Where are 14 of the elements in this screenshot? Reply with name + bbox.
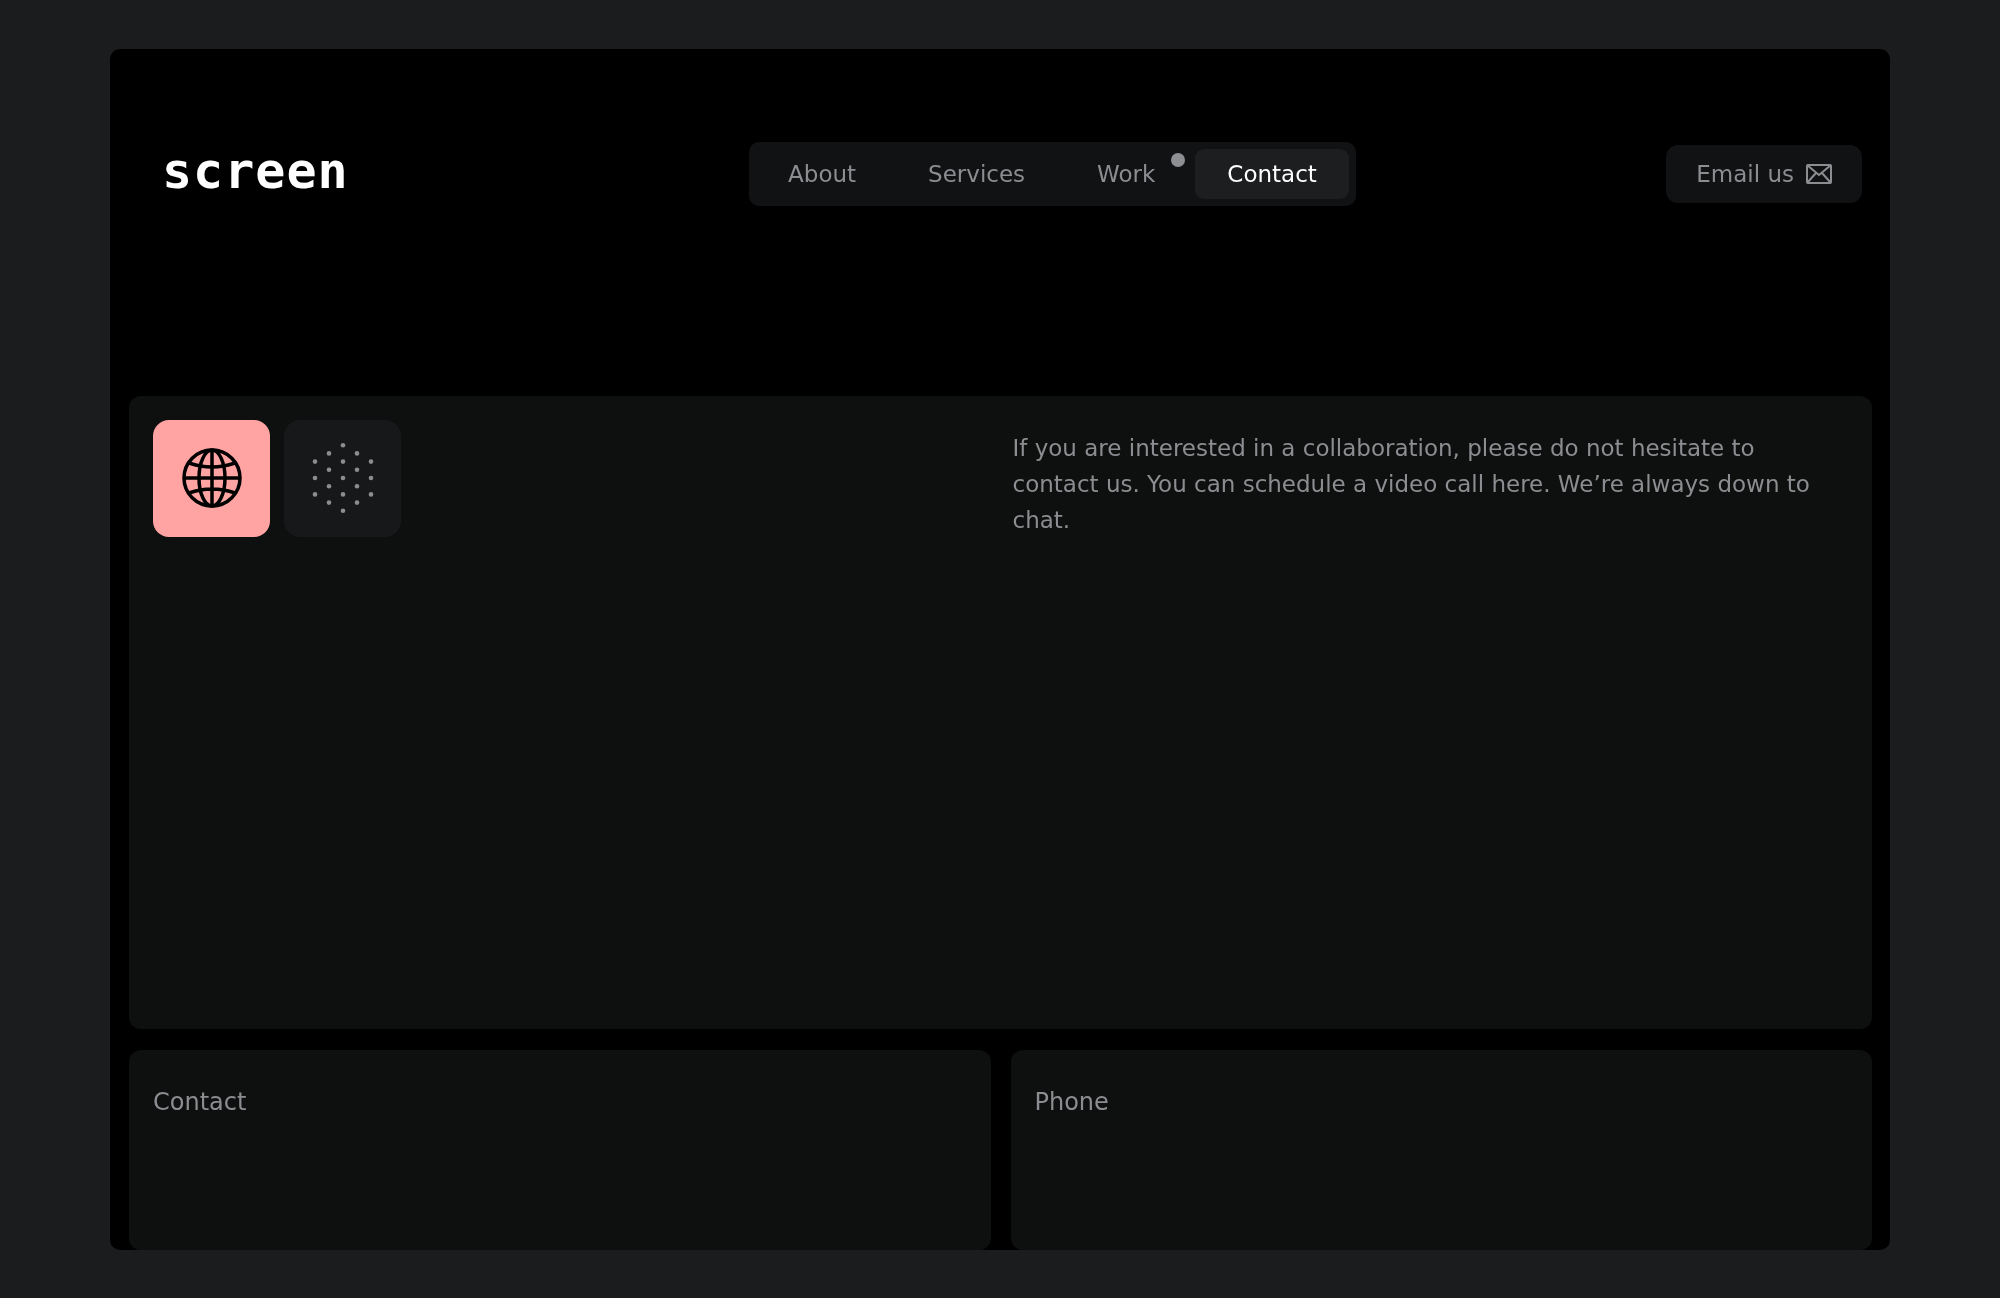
- nav-link[interactable]: Services: [896, 149, 1058, 199]
- globe-tile[interactable]: [153, 419, 270, 537]
- dots-tile[interactable]: [284, 419, 401, 537]
- intro-text: If you are interested in a collaboration, please do not hesitate to contact us. You can schedule a video call here. We’re always down to chat.: [1012, 433, 1811, 535]
- card-title: Contact: [153, 1088, 247, 1116]
- envelope-icon: [1806, 164, 1832, 184]
- dot-pattern-icon: [311, 442, 374, 515]
- nav-link[interactable]: Work: [1065, 149, 1188, 199]
- nav-link[interactable]: Contact: [1195, 149, 1349, 199]
- nav-link[interactable]: About: [756, 149, 889, 199]
- card-title: Phone: [1034, 1088, 1109, 1116]
- logo[interactable]: screen: [162, 146, 349, 196]
- globe-icon: [180, 447, 243, 510]
- email-button[interactable]: Email us: [1666, 145, 1862, 203]
